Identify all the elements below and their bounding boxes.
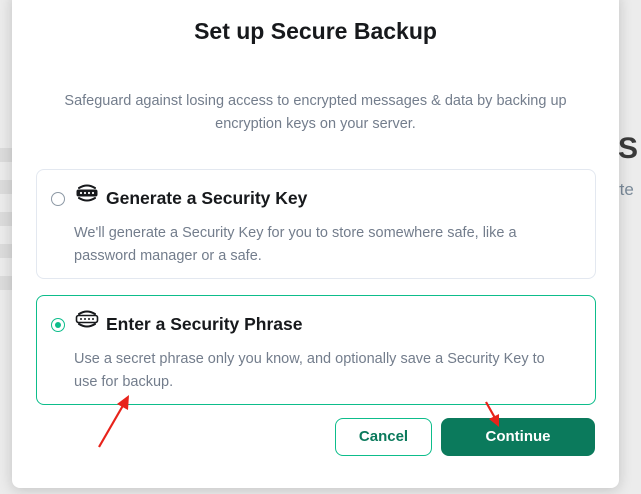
option-description: We'll generate a Security Key for you to… [74,225,517,264]
phrase-icon [75,308,99,330]
option-title: Enter a Security Phrase [106,314,303,334]
radio-enter-security-phrase[interactable] [51,318,65,332]
radio-generate-security-key[interactable] [51,192,65,206]
dialog-description: Safeguard against losing access to encry… [64,93,567,132]
annotation-arrow-icon [98,395,129,448]
option-description: Use a secret phrase only you know, and o… [74,351,545,390]
option-title: Generate a Security Key [106,188,308,208]
key-icon [75,182,99,204]
background-heading: S [618,132,639,165]
option-generate-security-key[interactable]: Generate a Security Key We'll generate a… [36,169,596,279]
continue-button[interactable]: Continue [441,418,595,456]
option-enter-security-phrase[interactable]: Enter a Security Phrase Use a secret phr… [36,295,596,405]
cancel-button[interactable]: Cancel [335,418,432,456]
annotation-arrow-icon [485,401,499,427]
dialog-title: Set up Secure Backup [194,18,437,44]
